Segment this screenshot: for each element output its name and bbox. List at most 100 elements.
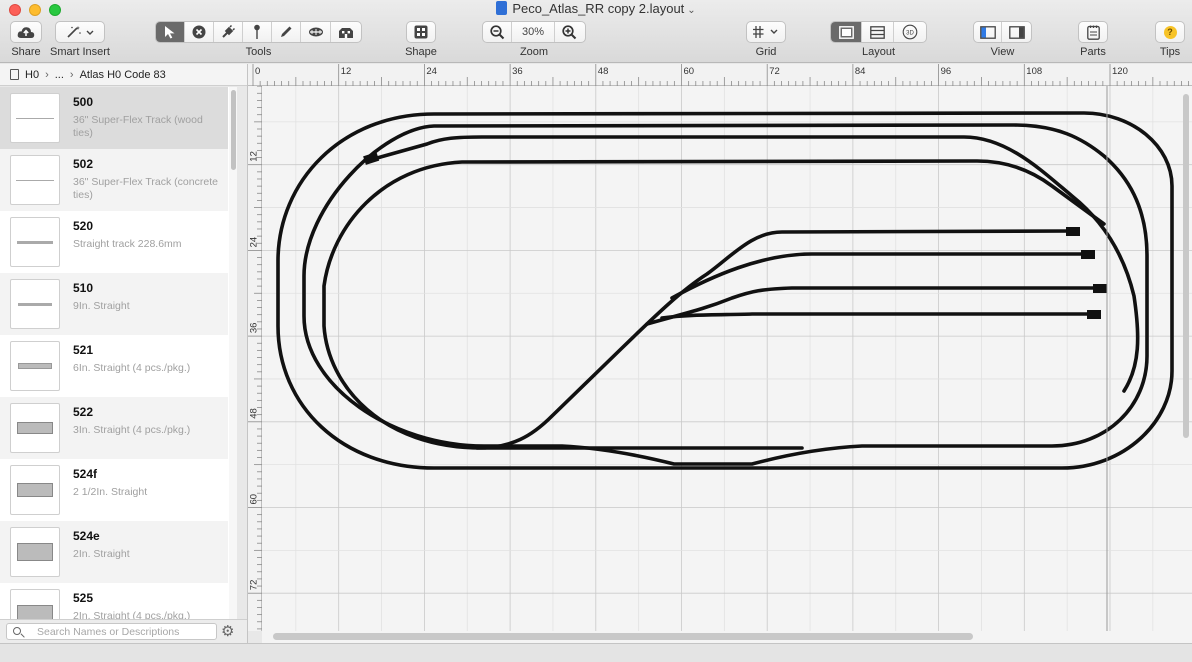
layout-group: 3D Layout <box>830 21 927 61</box>
zoom-level[interactable]: 30% <box>512 22 555 42</box>
window-title[interactable]: Peco_Atlas_RR copy 2.layout ⌄ <box>0 1 1192 19</box>
share-button[interactable] <box>10 21 42 43</box>
list-item[interactable]: 510 9In. Straight <box>0 273 228 335</box>
list-item[interactable]: 500 36" Super-Flex Track (wood ties) <box>0 87 228 149</box>
list-item[interactable]: 524f 2 1/2In. Straight <box>0 459 228 521</box>
shape-button[interactable] <box>406 21 436 43</box>
delete-tool-button[interactable] <box>185 22 214 42</box>
ruler-label: 36 <box>512 66 523 77</box>
parts-button[interactable] <box>1078 21 1108 43</box>
zoom-out-icon <box>490 24 504 39</box>
measure-tool-button[interactable] <box>301 22 331 42</box>
part-description: 9In. Straight <box>73 300 130 312</box>
bumper-end[interactable] <box>363 152 380 165</box>
share-label: Share <box>11 46 41 58</box>
breadcrumb-ellipsis[interactable]: ... <box>55 69 64 81</box>
tools-segmented <box>155 21 362 43</box>
layout-3d-button[interactable]: 3D <box>894 22 926 42</box>
smart-insert-button[interactable] <box>55 21 105 43</box>
breadcrumb-root[interactable]: H0 <box>25 69 39 81</box>
ruler-label: 108 <box>1026 66 1042 77</box>
draw-tool-button[interactable] <box>272 22 301 42</box>
chevron-right-icon: › <box>69 68 74 81</box>
view-segmented <box>973 21 1032 43</box>
part-number: 520 <box>73 219 94 233</box>
library-icon <box>10 69 19 80</box>
grid-button[interactable] <box>746 21 786 43</box>
bumper-end[interactable] <box>1093 284 1107 293</box>
toggle-left-panel-button[interactable] <box>974 22 1003 42</box>
breadcrumb-current[interactable]: Atlas H0 Code 83 <box>80 69 166 81</box>
zoom-in-button[interactable] <box>555 22 585 42</box>
bumper-end[interactable] <box>1066 227 1080 236</box>
gear-icon[interactable]: ⚙ <box>221 623 234 640</box>
list-item[interactable]: 520 Straight track 228.6mm <box>0 211 228 273</box>
vertical-scroll-thumb[interactable] <box>1183 94 1189 438</box>
part-thumbnail <box>10 155 60 205</box>
tips-label: Tips <box>1159 46 1181 58</box>
plug-icon <box>222 25 235 38</box>
search-input[interactable] <box>6 623 217 640</box>
top-ruler: 0 12 24 36 48 60 72 84 96 108 120 <box>248 64 1192 86</box>
part-description: 2In. Straight (4 pcs./pkg.) <box>73 610 191 619</box>
ruler-label: 36 <box>249 323 260 334</box>
grid-lines <box>262 86 1192 631</box>
yard-track-4[interactable] <box>660 312 1089 320</box>
parts-list: 500 36" Super-Flex Track (wood ties) 502… <box>0 87 237 619</box>
horizontal-scroll-thumb[interactable] <box>273 633 973 640</box>
list-item[interactable]: 502 36" Super-Flex Track (concrete ties) <box>0 149 228 211</box>
layout-canvas[interactable] <box>262 86 1192 631</box>
yard-lead-track[interactable] <box>475 229 1074 450</box>
bumper-end[interactable] <box>1081 250 1095 259</box>
parts-list-icon <box>1086 25 1100 40</box>
zoom-group: 30% Zoom <box>482 21 586 61</box>
track-plan[interactable] <box>262 86 1192 631</box>
ruler-label: 48 <box>598 66 609 77</box>
ruler-label: 60 <box>684 66 695 77</box>
yard-track-2[interactable] <box>670 252 1089 300</box>
part-thumbnail <box>10 465 60 515</box>
bumper-end[interactable] <box>1087 310 1101 319</box>
part-thumbnail <box>10 217 60 267</box>
toolbar: Peco_Atlas_RR copy 2.layout ⌄ Share Smart… <box>0 0 1192 63</box>
part-description: 2In. Straight <box>73 548 130 560</box>
svg-text:3D: 3D <box>906 30 914 36</box>
chevron-down-icon: ⌄ <box>687 5 696 16</box>
chevron-right-icon: › <box>45 68 49 81</box>
tips-button[interactable]: ? <box>1155 21 1185 43</box>
ruler-label: 0 <box>255 66 260 77</box>
zoom-out-button[interactable] <box>483 22 513 42</box>
part-description: 2 1/2In. Straight <box>73 486 148 498</box>
part-number: 524f <box>73 467 98 481</box>
list-item[interactable]: 521 6In. Straight (4 pcs./pkg.) <box>0 335 228 397</box>
shape-group: Shape <box>405 21 437 61</box>
list-item[interactable]: 525 2In. Straight (4 pcs./pkg.) <box>0 583 228 619</box>
cloud-upload-icon <box>17 26 35 38</box>
part-description: Straight track 228.6mm <box>73 238 182 250</box>
layout-list-button[interactable] <box>862 22 894 42</box>
toggle-right-panel-button[interactable] <box>1002 22 1031 42</box>
list-item[interactable]: 522 3In. Straight (4 pcs./pkg.) <box>0 397 228 459</box>
parts-list-scroll-thumb[interactable] <box>231 90 236 170</box>
layout-2d-button[interactable] <box>831 22 863 42</box>
zoom-in-icon <box>562 24 577 39</box>
list-view-icon <box>870 25 885 39</box>
list-item[interactable]: 524e 2In. Straight <box>0 521 228 583</box>
arrow-pointer-icon <box>165 26 175 39</box>
middle-loop-track[interactable] <box>302 123 1149 466</box>
part-number: 522 <box>73 405 94 419</box>
track-layer <box>276 111 1174 470</box>
connect-tool-button[interactable] <box>214 22 243 42</box>
ruler-label: 96 <box>941 66 952 77</box>
search-icon <box>13 627 21 635</box>
ruler-label: 24 <box>426 66 437 77</box>
part-number: 521 <box>73 343 94 357</box>
breadcrumb: H0 › ... › Atlas H0 Code 83 <box>0 64 247 86</box>
select-tool-button[interactable] <box>156 22 185 42</box>
left-ruler-ticks: 12 24 36 48 60 72 <box>248 85 262 630</box>
part-number: 500 <box>73 95 94 109</box>
pin-tool-button[interactable] <box>243 22 272 42</box>
layout-segmented: 3D <box>830 21 927 43</box>
part-thumbnail <box>10 341 60 391</box>
building-tool-button[interactable] <box>331 22 361 42</box>
